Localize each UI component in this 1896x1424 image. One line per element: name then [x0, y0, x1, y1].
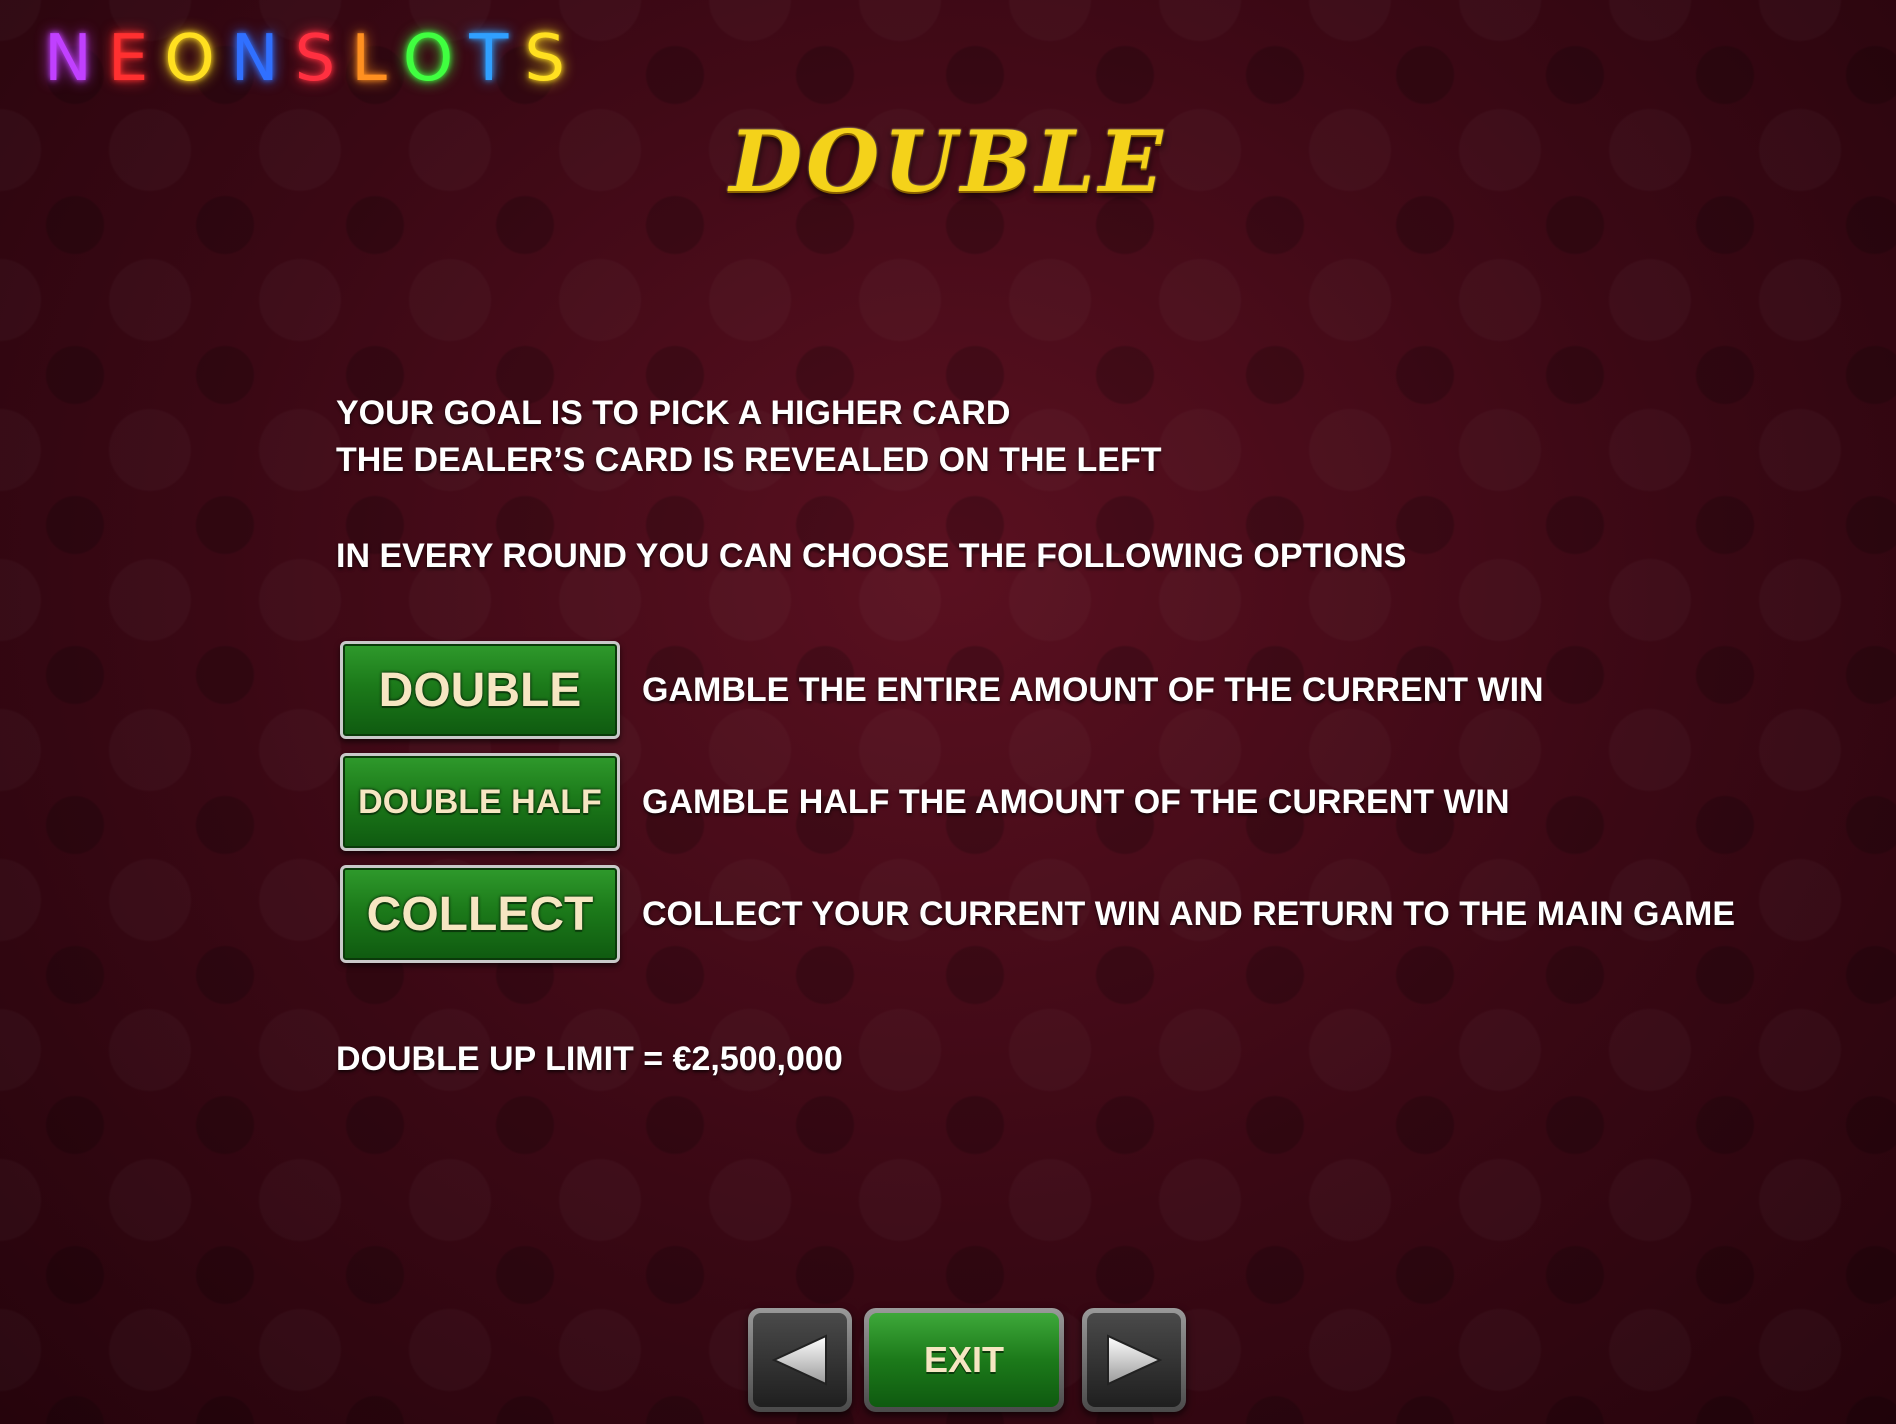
next-page-button[interactable] [1082, 1308, 1186, 1412]
intro-line-dealer: THE DEALER’S CARD IS REVEALED ON THE LEF… [336, 441, 1162, 479]
logo-letter: N [44, 22, 94, 96]
logo-letter: S [294, 22, 338, 96]
double-up-limit: DOUBLE UP LIMIT = €2,500,000 [336, 1040, 843, 1078]
logo-letter: O [402, 22, 456, 96]
exit-label: EXIT [869, 1313, 1059, 1407]
option-description: GAMBLE THE ENTIRE AMOUNT OF THE CURRENT … [642, 670, 1544, 709]
neonslots-logo: N E O N S L O T S [44, 22, 567, 96]
logo-letter: T [469, 22, 511, 96]
logo-letter: E [107, 22, 151, 96]
page-title: DOUBLE [729, 112, 1167, 211]
right-arrow-icon [1107, 1334, 1163, 1386]
option-description: GAMBLE HALF THE AMOUNT OF THE CURRENT WI… [642, 782, 1510, 821]
intro-line-options: IN EVERY ROUND YOU CAN CHOOSE THE FOLLOW… [336, 537, 1407, 575]
option-row-collect: COLLECT COLLECT YOUR CURRENT WIN AND RET… [340, 864, 1735, 964]
collect-button: COLLECT [340, 865, 620, 963]
left-arrow-icon [771, 1334, 827, 1386]
double-button: DOUBLE [340, 641, 620, 739]
intro-line-goal: YOUR GOAL IS TO PICK A HIGHER CARD [336, 394, 1011, 432]
logo-letter: S [524, 22, 567, 96]
option-row-double-half: DOUBLE HALF GAMBLE HALF THE AMOUNT OF TH… [340, 752, 1510, 852]
exit-button[interactable]: EXIT [864, 1308, 1064, 1412]
logo-letter: O [164, 22, 217, 96]
option-row-double: DOUBLE GAMBLE THE ENTIRE AMOUNT OF THE C… [340, 640, 1544, 740]
option-description: COLLECT YOUR CURRENT WIN AND RETURN TO T… [642, 894, 1736, 933]
double-half-button: DOUBLE HALF [340, 753, 620, 851]
logo-letter: L [351, 22, 389, 96]
prev-page-button[interactable] [748, 1308, 852, 1412]
logo-letter: N [230, 22, 281, 96]
